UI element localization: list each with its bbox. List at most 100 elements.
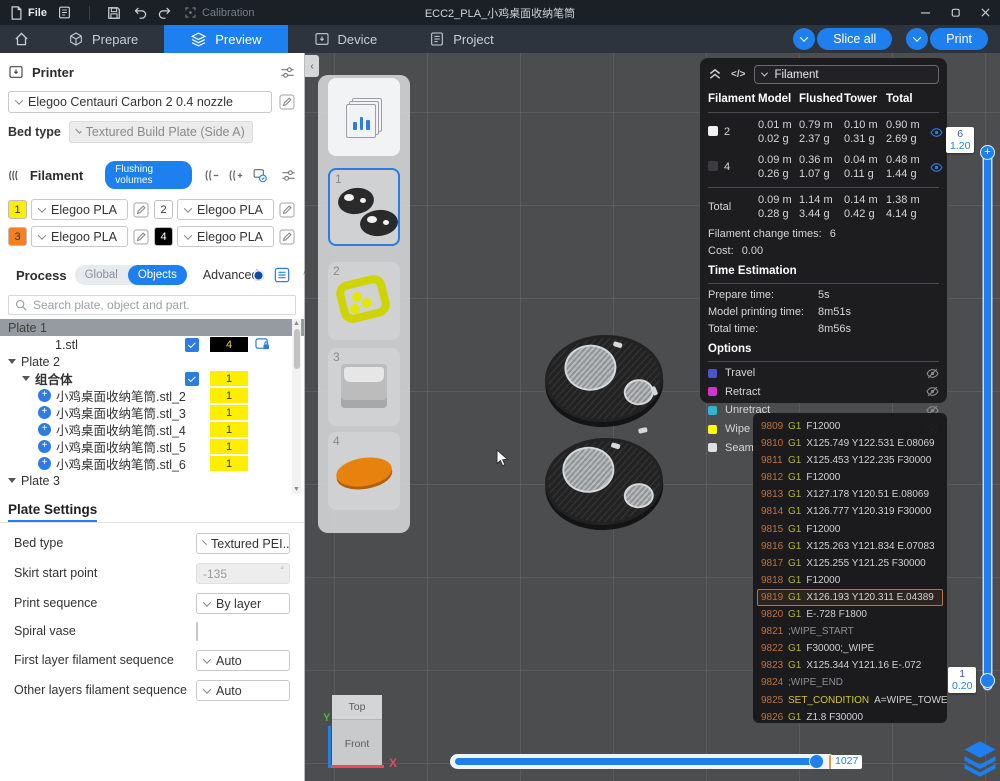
gcode-line[interactable]: 9817G1X125.255 Y121.25 F30000 <box>757 555 943 572</box>
filament-color-swatch[interactable]: 2 <box>154 200 173 219</box>
view-mode-select[interactable]: Filament <box>754 65 939 84</box>
plate-lock-icon[interactable] <box>255 337 270 354</box>
collapse-arrow-icon[interactable] <box>8 359 16 364</box>
cube-face-front[interactable]: Front <box>332 720 382 767</box>
gcode-line[interactable]: 9810G1X125.749 Y122.531 E.08069 <box>757 435 943 452</box>
filament-preset-select[interactable]: Elegoo PLA <box>31 199 128 220</box>
print-dropdown[interactable] <box>906 28 928 50</box>
search-input[interactable] <box>33 298 289 312</box>
gcode-line[interactable]: 9809G1F12000 <box>757 418 943 435</box>
scroll-up-icon[interactable]: ▲ <box>293 320 300 327</box>
file-menu[interactable]: File <box>10 6 47 20</box>
item-visibility-checkbox[interactable] <box>185 338 199 352</box>
filament-badge[interactable]: 1 <box>210 371 248 386</box>
gcode-line[interactable]: 9818G1F12000 <box>757 572 943 589</box>
scroll-down-icon[interactable]: ▼ <box>293 486 300 493</box>
spiral-vase-checkbox[interactable] <box>196 622 198 641</box>
remove-filament-icon[interactable] <box>204 166 220 184</box>
gcode-line[interactable]: 9816G1X125.263 Y121.834 E.07083 <box>757 538 943 555</box>
collapse-panel-icon[interactable] <box>708 67 722 83</box>
tree-row-part[interactable]: +小鸡桌面收纳笔筒.stl_51 <box>0 438 304 455</box>
step-slider-handle[interactable] <box>809 754 824 769</box>
printer-preset-select[interactable]: Elegoo Centauri Carbon 2 0.4 nozzle <box>8 91 272 113</box>
thumbnail-plate-2[interactable]: 2 <box>328 262 400 340</box>
collapse-arrow-icon[interactable] <box>8 478 16 483</box>
save-icon[interactable] <box>106 5 122 21</box>
filament-color-swatch[interactable]: 3 <box>8 227 27 246</box>
plate-setting-select[interactable]: Auto <box>196 650 290 671</box>
filament-badge[interactable]: 1 <box>210 388 248 403</box>
tree-row-plate[interactable]: Plate 2 <box>0 353 304 370</box>
gcode-line[interactable]: 9812G1F12000 <box>757 469 943 486</box>
gcode-line[interactable]: 9815G1F12000 <box>757 521 943 538</box>
filament-badge[interactable]: 1 <box>210 456 248 471</box>
thumbnail-all-plates[interactable] <box>328 78 400 156</box>
flushing-volumes-button[interactable]: Flushing volumes <box>105 161 192 189</box>
plate-setting-select[interactable]: Textured PEI... <box>196 533 290 554</box>
filament-visibility-eye-icon[interactable] <box>930 161 942 174</box>
layer-slider-track[interactable] <box>984 152 991 689</box>
tab-project[interactable]: Project <box>403 25 519 53</box>
gcode-view-icon[interactable]: </> <box>731 69 745 80</box>
gcode-line[interactable]: 9819G1X126.193 Y120.311 E.04389 <box>757 589 943 606</box>
filament-color-swatch[interactable]: 4 <box>154 227 173 246</box>
tree-row-part[interactable]: +小鸡桌面收纳笔筒.stl_31 <box>0 404 304 421</box>
collapse-arrow-icon[interactable] <box>22 376 30 381</box>
plate-setting-select[interactable]: Auto <box>196 680 290 701</box>
tree-row-part[interactable]: +小鸡桌面收纳笔筒.stl_21 <box>0 387 304 404</box>
gcode-line[interactable]: 9811G1X125.453 Y122.235 F30000 <box>757 452 943 469</box>
model-disc-2[interactable] <box>543 435 665 528</box>
filament-color-swatch[interactable]: 1 <box>8 200 27 219</box>
tree-row-part[interactable]: +小鸡桌面收纳笔筒.stl_61 <box>0 455 304 472</box>
navigation-cube[interactable]: Top Front <box>332 695 382 768</box>
filament-badge[interactable]: 1 <box>210 422 248 437</box>
item-visibility-checkbox[interactable] <box>185 372 199 386</box>
tree-row-plate[interactable]: Plate 1 <box>0 319 304 336</box>
tree-row-object[interactable]: 1.stl4 <box>0 336 304 353</box>
option-eye-icon[interactable] <box>926 385 939 398</box>
close-button[interactable] <box>970 0 1000 25</box>
parameter-list-icon[interactable] <box>274 266 290 284</box>
thumbnail-plate-3[interactable]: 3 <box>328 348 400 426</box>
preview-3d-viewport[interactable]: ‹ 1 2 <box>305 53 1000 781</box>
print-button[interactable]: Print <box>930 28 988 50</box>
gcode-line[interactable]: 9824;WIPE_END <box>757 674 943 691</box>
tab-prepare[interactable]: Prepare <box>42 25 164 53</box>
edit-printer-icon[interactable] <box>278 93 296 111</box>
thumbnail-plate-4[interactable]: 4 <box>328 432 400 510</box>
gcode-line[interactable]: 9820G1E-.728 F1800 <box>757 606 943 623</box>
slice-all-button[interactable]: Slice all <box>817 28 892 50</box>
layer-slider-bottom-handle[interactable] <box>980 673 995 688</box>
filament-settings-icon[interactable] <box>280 166 296 184</box>
filament-badge[interactable]: 1 <box>210 439 248 454</box>
filament-visibility-eye-icon[interactable] <box>930 126 942 139</box>
gcode-line[interactable]: 9821;WIPE_START <box>757 623 943 640</box>
layer-slider-top-handle[interactable]: + <box>980 145 995 160</box>
segment-objects[interactable]: Objects <box>128 265 187 285</box>
filament-preset-select[interactable]: Elegoo PLA <box>31 226 128 247</box>
sidebar-collapse-handle[interactable]: ‹ <box>305 55 319 77</box>
cube-face-top[interactable]: Top <box>332 695 382 720</box>
gcode-line[interactable]: 9825SET_CONDITIONA=WIPE_TOWER <box>757 692 943 709</box>
slice-all-dropdown[interactable] <box>793 28 815 50</box>
tree-scrollbar[interactable]: ▲ ▼ <box>292 319 301 494</box>
minimize-button[interactable] <box>910 0 940 25</box>
gcode-line[interactable]: 9823G1X125.344 Y121.16 E-.072 <box>757 657 943 674</box>
model-disc-1[interactable] <box>543 332 665 425</box>
tab-device[interactable]: Device <box>288 25 404 53</box>
edit-filament-icon[interactable] <box>278 228 296 246</box>
filament-badge[interactable]: 1 <box>210 405 248 420</box>
gcode-line[interactable]: 9814G1X126.777 Y120.319 F30000 <box>757 503 943 520</box>
add-filament-icon[interactable] <box>228 166 244 184</box>
gcode-line[interactable]: 9822G1F30000;_WIPE <box>757 640 943 657</box>
bed-type-select[interactable]: Textured Build Plate (Side A) <box>69 121 253 143</box>
sync-filament-icon[interactable] <box>252 166 268 184</box>
calibration-button[interactable]: Calibration <box>184 6 255 19</box>
tab-preview[interactable]: Preview <box>164 25 287 53</box>
printer-settings-icon[interactable] <box>278 63 296 81</box>
segment-global[interactable]: Global <box>75 269 128 281</box>
tree-row-part[interactable]: +小鸡桌面收纳笔筒.stl_41 <box>0 421 304 438</box>
maximize-button[interactable] <box>940 0 970 25</box>
edit-filament-icon[interactable] <box>132 201 150 219</box>
undo-icon[interactable] <box>132 5 148 21</box>
